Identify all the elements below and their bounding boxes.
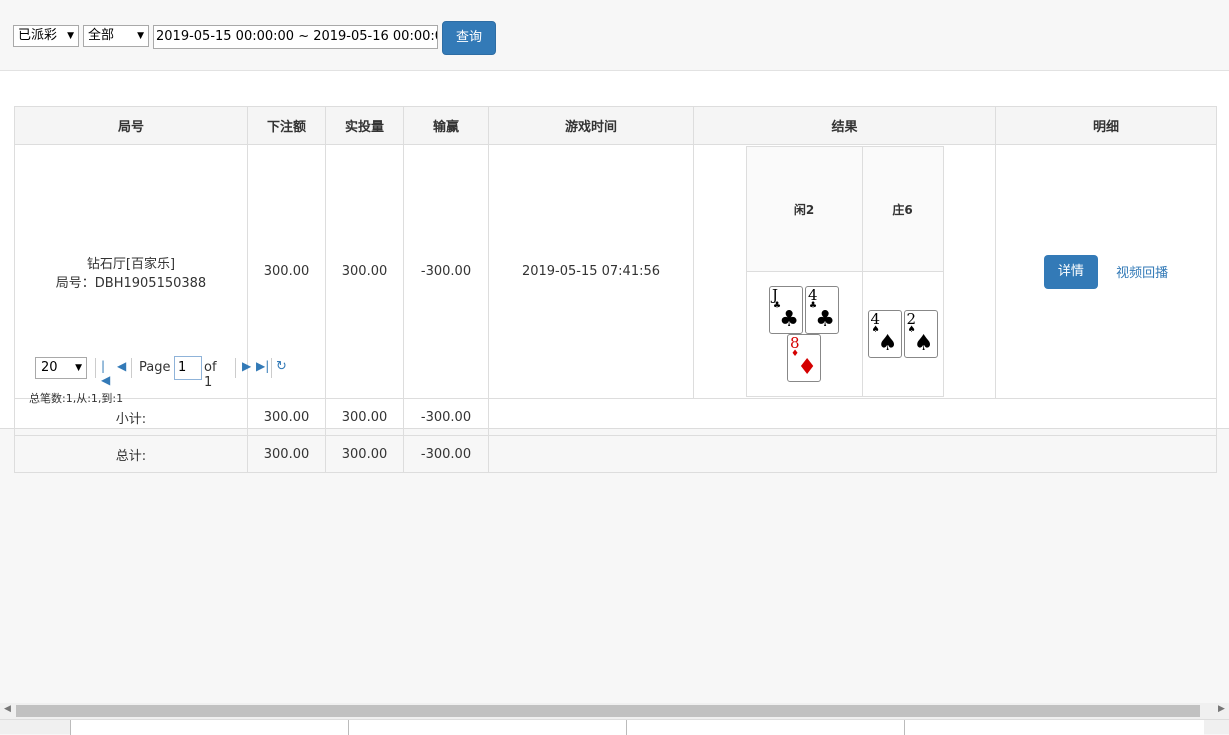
scrollbar-thumb[interactable] bbox=[16, 705, 1200, 717]
horizontal-scrollbar[interactable]: ◀ ▶ bbox=[0, 703, 1229, 719]
frame-segment bbox=[348, 720, 626, 735]
results-panel: 局号 下注额 实投量 输赢 游戏时间 结果 明细 钻石厅[百家乐] 局号：DBH… bbox=[0, 71, 1229, 473]
subtotal-win-loss: -300.00 bbox=[403, 398, 489, 436]
pager-separator bbox=[95, 358, 96, 378]
col-header-game-time: 游戏时间 bbox=[488, 106, 694, 145]
win-loss-amount: -300.00 bbox=[403, 144, 489, 399]
video-replay-link[interactable]: 视频回播 bbox=[1116, 262, 1168, 281]
banker-score-label: 庄6 bbox=[861, 146, 944, 272]
subtotal-row: 小计: 300.00 300.00 -300.00 bbox=[14, 398, 1217, 436]
detail-button[interactable]: 详情 bbox=[1043, 254, 1098, 289]
result-board: 闲2 庄6 J ♣ ♣ 4 ♣ ♣ 8 ♦ ♦ 4 ♠ ♠ 2 ♠ ♠ bbox=[745, 146, 944, 397]
player-score-label: 闲2 bbox=[745, 146, 863, 272]
subtotal-bet: 300.00 bbox=[247, 398, 326, 436]
type-select-value: 全部 bbox=[88, 28, 115, 43]
game-time: 2019-05-15 07:41:56 bbox=[488, 144, 694, 399]
col-header-round: 局号 bbox=[14, 106, 248, 145]
scroll-left-icon[interactable]: ◀ bbox=[4, 704, 11, 714]
refresh-icon[interactable]: ↻ bbox=[276, 359, 287, 374]
playing-card: 2 ♠ ♠ bbox=[903, 310, 938, 358]
result-cell: 闲2 庄6 J ♣ ♣ 4 ♣ ♣ 8 ♦ ♦ 4 ♠ ♠ 2 ♠ ♠ bbox=[693, 144, 996, 399]
bottom-frame bbox=[0, 719, 1229, 735]
chevron-down-icon: ▼ bbox=[75, 363, 82, 373]
scroll-right-icon[interactable]: ▶ bbox=[1218, 704, 1225, 714]
spade-icon: ♠ bbox=[913, 331, 934, 356]
page-size-select[interactable]: 20 ▼ bbox=[35, 357, 87, 379]
playing-card: 4 ♣ ♣ bbox=[805, 286, 839, 334]
total-row: 总计: 300.00 300.00 -300.00 bbox=[14, 435, 1217, 473]
playing-card: 8 ♦ ♦ bbox=[787, 334, 821, 382]
col-header-bet: 下注额 bbox=[247, 106, 326, 145]
last-page-icon[interactable]: ▶| bbox=[256, 359, 269, 373]
col-header-win-loss: 输赢 bbox=[403, 106, 489, 145]
date-range-input[interactable]: 2019-05-15 00:00:00 ~ 2019-05-16 00:00:0… bbox=[153, 25, 438, 49]
col-header-detail: 明细 bbox=[995, 106, 1217, 145]
hall-name: 钻石厅[百家乐] bbox=[86, 256, 176, 272]
chevron-down-icon: ▼ bbox=[67, 31, 74, 41]
frame-segment bbox=[904, 720, 1204, 735]
total-valid-bet: 300.00 bbox=[325, 435, 404, 473]
total-empty bbox=[488, 435, 1217, 473]
page-size-value: 20 bbox=[41, 360, 58, 375]
query-button[interactable]: 查询 bbox=[442, 21, 496, 55]
total-bet: 300.00 bbox=[247, 435, 326, 473]
total-win-loss: -300.00 bbox=[403, 435, 489, 473]
subtotal-empty bbox=[488, 398, 1217, 436]
spade-icon: ♠ bbox=[877, 331, 898, 356]
subtotal-valid-bet: 300.00 bbox=[325, 398, 404, 436]
record-summary: 总笔数:1,从:1,到:1 bbox=[29, 392, 124, 405]
chevron-down-icon: ▼ bbox=[137, 31, 144, 41]
status-select[interactable]: 已派彩 ▼ bbox=[13, 25, 79, 47]
pager-separator bbox=[271, 358, 272, 378]
banker-cards: 4 ♠ ♠ 2 ♠ ♠ bbox=[861, 271, 944, 397]
valid-bet-amount: 300.00 bbox=[325, 144, 404, 399]
round-number: 局号：DBH1905150388 bbox=[55, 275, 207, 291]
detail-cell: 详情 视频回播 bbox=[995, 144, 1217, 399]
first-page-icon[interactable]: |◀ bbox=[101, 359, 110, 387]
pager-separator bbox=[131, 358, 132, 378]
status-select-value: 已派彩 bbox=[18, 28, 58, 43]
page-label: Page bbox=[139, 360, 171, 375]
col-header-valid-bet: 实投量 bbox=[325, 106, 404, 145]
type-select[interactable]: 全部 ▼ bbox=[83, 25, 149, 47]
total-label: 总计: bbox=[14, 435, 248, 473]
player-cards: J ♣ ♣ 4 ♣ ♣ 8 ♦ ♦ bbox=[745, 271, 863, 397]
playing-card: 4 ♠ ♠ bbox=[867, 310, 902, 358]
playing-card: J ♣ ♣ bbox=[769, 286, 803, 334]
frame-segment bbox=[70, 720, 348, 735]
pager-separator bbox=[235, 358, 236, 378]
diamond-icon: ♦ bbox=[797, 355, 817, 380]
frame-segment bbox=[626, 720, 904, 735]
col-header-result: 结果 bbox=[693, 106, 996, 145]
page-number-input[interactable]: 1 bbox=[174, 356, 202, 380]
club-icon: ♣ bbox=[815, 307, 835, 332]
page-of-label: of 1 bbox=[204, 360, 217, 390]
next-page-icon[interactable]: ▶ bbox=[242, 359, 251, 373]
club-icon: ♣ bbox=[779, 307, 799, 332]
prev-page-icon[interactable]: ◀ bbox=[117, 359, 126, 373]
filter-toolbar: 已派彩 ▼ 全部 ▼ 2019-05-15 00:00:00 ~ 2019-05… bbox=[0, 6, 1229, 71]
table-header-row: 局号 下注额 实投量 输赢 游戏时间 结果 明细 bbox=[14, 106, 1217, 145]
bet-records-table: 局号 下注额 实投量 输赢 游戏时间 结果 明细 钻石厅[百家乐] 局号：DBH… bbox=[14, 106, 1217, 473]
